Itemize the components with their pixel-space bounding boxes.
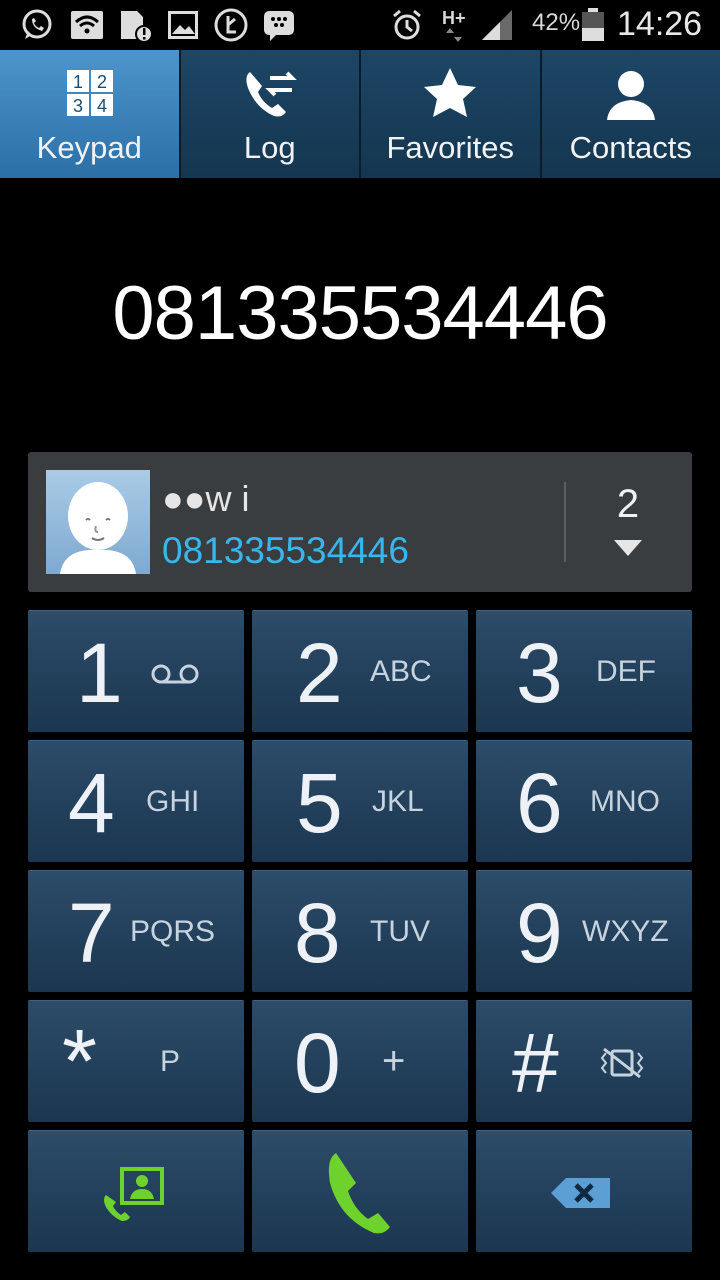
whatsapp-icon (22, 9, 52, 39)
svg-text:1: 1 (73, 72, 83, 92)
key-9[interactable]: 9 WXYZ (476, 870, 692, 992)
key-digit: 4 (68, 756, 115, 850)
suggestion-contact-name: ●●w i (162, 478, 250, 519)
add-contact-icon (104, 1167, 164, 1221)
tab-favorites[interactable]: Favorites (361, 50, 542, 178)
tab-keypad[interactable]: 1234 Keypad (0, 50, 181, 178)
key-7[interactable]: 7 PQRS (28, 870, 244, 992)
wifi-icon (71, 11, 103, 39)
keypad-icon: 1 23 4 (67, 70, 114, 116)
key-6[interactable]: 6 MNO (476, 740, 692, 862)
key-letters: WXYZ (582, 915, 669, 948)
key-letters: TUV (370, 915, 430, 948)
call-button[interactable] (252, 1130, 468, 1252)
dialed-number-display[interactable]: 081335534446 (0, 270, 720, 357)
key-letters: MNO (590, 785, 660, 818)
key-2[interactable]: 2 ABC (252, 610, 468, 732)
clock: 14:26 (617, 5, 703, 43)
key-digit: 9 (516, 886, 563, 980)
key-4[interactable]: 4 GHI (28, 740, 244, 862)
bbm-icon (264, 11, 294, 41)
key-letters: DEF (596, 655, 656, 688)
key-hash[interactable]: # (476, 1000, 692, 1122)
key-digit: 1 (76, 626, 123, 720)
data-activity-icon (446, 28, 462, 42)
key-digit: 3 (516, 626, 563, 720)
signal-strength-icon (482, 10, 512, 40)
key-digit: 2 (296, 626, 343, 720)
backspace-button[interactable] (476, 1130, 692, 1252)
key-digit: * (62, 1012, 98, 1112)
svg-text:2: 2 (97, 72, 107, 92)
status-bar: H+ 42% 14:26 (0, 0, 720, 50)
expand-arrow-icon[interactable] (612, 538, 644, 558)
key-digit: 5 (296, 756, 343, 850)
star-icon (424, 68, 477, 117)
gallery-icon (168, 11, 198, 39)
key-0[interactable]: 0 + (252, 1000, 468, 1122)
key-digit: 8 (294, 886, 341, 980)
divider (564, 482, 566, 562)
alarm-icon (393, 9, 421, 40)
key-digit: # (512, 1016, 559, 1110)
key-digit: 6 (516, 756, 563, 850)
key-star[interactable]: * P (28, 1000, 244, 1122)
tab-label-log: Log (243, 130, 296, 165)
network-type-label: H+ (442, 8, 466, 28)
default-avatar-icon (60, 482, 136, 574)
key-letters: ABC (370, 655, 432, 688)
svg-text:4: 4 (97, 96, 107, 116)
key-3[interactable]: 3 DEF (476, 610, 692, 732)
contact-suggestion-card[interactable]: ●●w i 081335534446 2 (28, 452, 692, 592)
dialer-tab-bar: 1234 Keypad Log Favorites Contacts (0, 50, 720, 178)
phone-call-icon (328, 1153, 390, 1234)
battery-percentage: 42% (532, 9, 581, 36)
sd-card-alert-icon (121, 11, 152, 42)
add-to-contacts-button[interactable] (28, 1130, 244, 1252)
tab-contacts[interactable]: Contacts (541, 50, 720, 178)
vibrate-mute-icon (600, 1047, 644, 1079)
tab-label-favorites: Favorites (386, 130, 514, 165)
tab-label-contacts: Contacts (569, 130, 692, 165)
app-notification-icon (214, 8, 248, 42)
tab-log[interactable]: Log (180, 50, 361, 178)
suggestion-count[interactable]: 2 (596, 482, 660, 527)
suggestion-contact-number: 081335534446 (162, 530, 409, 571)
voicemail-icon (151, 664, 199, 684)
svg-text:3: 3 (73, 96, 83, 116)
key-1[interactable]: 1 (28, 610, 244, 732)
key-letters: PQRS (130, 915, 216, 948)
key-letters: JKL (372, 785, 424, 818)
key-5[interactable]: 5 JKL (252, 740, 468, 862)
contact-person-icon (606, 71, 655, 120)
key-letters: + (382, 1039, 406, 1083)
call-log-icon (246, 71, 297, 117)
key-digit: 7 (68, 886, 115, 980)
battery-icon (582, 8, 604, 41)
tab-label-keypad: Keypad (36, 130, 142, 165)
key-letters: P (160, 1045, 181, 1078)
avatar (46, 470, 150, 574)
key-digit: 0 (294, 1016, 341, 1110)
key-letters: GHI (146, 785, 200, 818)
key-8[interactable]: 8 TUV (252, 870, 468, 992)
backspace-icon (551, 1178, 610, 1208)
